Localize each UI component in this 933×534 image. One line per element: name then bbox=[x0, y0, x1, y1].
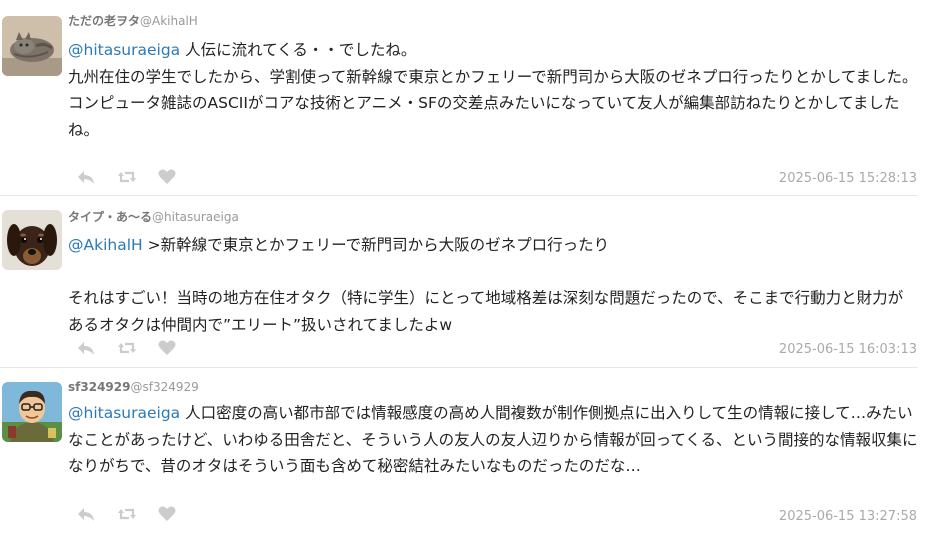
post-body: @hitasuraeiga 人口密度の高い都市部では情報感度の高め人間複数が制作… bbox=[68, 400, 918, 480]
display-name[interactable]: タイプ・あ〜る bbox=[68, 210, 152, 224]
cartoon-person-avatar-icon bbox=[2, 382, 62, 442]
post-body: @AkihalH >新幹線で東京とかフェリーで新門司から大阪のゼネプロ行ったり … bbox=[68, 232, 918, 338]
timestamp[interactable]: 2025-06-15 16:03:13 bbox=[779, 342, 917, 357]
retweet-icon[interactable] bbox=[117, 167, 137, 187]
post-1: ただの老ヲタ@AkihalH @hitasuraeiga 人伝に流れてくる・・で… bbox=[0, 0, 933, 196]
avatar[interactable] bbox=[2, 16, 62, 76]
post-meta: タイプ・あ〜る@hitasuraeiga bbox=[68, 210, 239, 224]
post-meta: sf324929@sf324929 bbox=[68, 380, 199, 394]
post-text: >新幹線で東京とかフェリーで新門司から大阪のゼネプロ行ったり それはすごい！当時… bbox=[68, 236, 904, 334]
post-text: 人伝に流れてくる・・でしたね。 九州在住の学生でしたから、学割使って新幹線で東京… bbox=[68, 41, 918, 139]
mention-link[interactable]: @AkihalH bbox=[68, 236, 143, 254]
display-name[interactable]: sf324929 bbox=[68, 380, 130, 394]
retweet-icon[interactable] bbox=[117, 504, 137, 524]
user-handle[interactable]: @AkihalH bbox=[140, 14, 198, 28]
reply-icon[interactable] bbox=[76, 338, 96, 358]
avatar[interactable] bbox=[2, 382, 62, 442]
heart-icon[interactable] bbox=[157, 504, 177, 524]
post-meta: ただの老ヲタ@AkihalH bbox=[68, 14, 198, 28]
cat-avatar-icon bbox=[2, 16, 62, 76]
avatar[interactable] bbox=[2, 210, 62, 270]
dog-avatar-icon bbox=[2, 210, 62, 270]
post-3: sf324929@sf324929 @hitasuraeiga 人口密度の高い都… bbox=[0, 368, 933, 534]
reply-icon[interactable] bbox=[76, 167, 96, 187]
timestamp[interactable]: 2025-06-15 15:28:13 bbox=[779, 171, 917, 186]
retweet-icon[interactable] bbox=[117, 338, 137, 358]
post-body: @hitasuraeiga 人伝に流れてくる・・でしたね。 九州在住の学生でした… bbox=[68, 37, 918, 143]
heart-icon[interactable] bbox=[157, 338, 177, 358]
post-text: 人口密度の高い都市部では情報感度の高め人間複数が制作側拠点に出入りして生の情報に… bbox=[68, 404, 918, 475]
mention-link[interactable]: @hitasuraeiga bbox=[68, 404, 180, 422]
reply-icon[interactable] bbox=[76, 504, 96, 524]
heart-icon[interactable] bbox=[157, 167, 177, 187]
display-name[interactable]: ただの老ヲタ bbox=[68, 14, 140, 28]
timestamp[interactable]: 2025-06-15 13:27:58 bbox=[779, 509, 917, 524]
mention-link[interactable]: @hitasuraeiga bbox=[68, 41, 180, 59]
post-2: タイプ・あ〜る@hitasuraeiga @AkihalH >新幹線で東京とかフ… bbox=[0, 196, 933, 368]
user-handle[interactable]: @hitasuraeiga bbox=[152, 210, 239, 224]
user-handle[interactable]: @sf324929 bbox=[130, 380, 198, 394]
